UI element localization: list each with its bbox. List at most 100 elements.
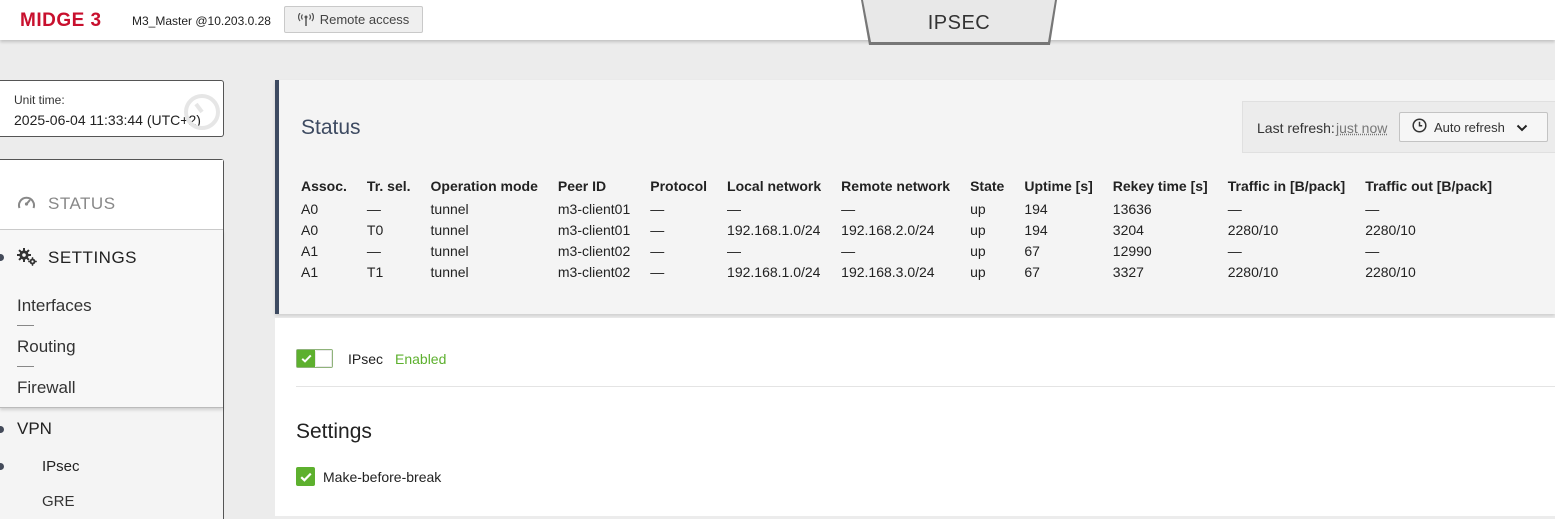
column-header: Remote network: [841, 176, 970, 198]
table-cell: 192.168.1.0/24: [727, 261, 841, 282]
table-cell: 3327: [1113, 261, 1228, 282]
table-cell: tunnel: [431, 198, 558, 219]
sidebar-item-firewall[interactable]: Firewall: [17, 378, 76, 398]
auto-refresh-button[interactable]: Auto refresh: [1399, 112, 1548, 142]
table-cell: —: [841, 198, 970, 219]
column-header: Rekey time [s]: [1113, 176, 1228, 198]
column-header: Protocol: [650, 176, 727, 198]
column-header: Peer ID: [558, 176, 650, 198]
ipsec-status-table: Assoc. Tr. sel. Operation mode Peer ID Proto…: [301, 176, 1512, 282]
table-cell: tunnel: [431, 219, 558, 240]
table-cell: 194: [1024, 219, 1112, 240]
sidebar-settings-group: SETTINGS Interfaces Routing Firewall: [0, 230, 223, 408]
column-header: Operation mode: [431, 176, 558, 198]
ipsec-enabled-status: Enabled: [395, 351, 446, 367]
active-dot: [0, 463, 4, 470]
divider: [17, 366, 34, 367]
remote-access-button[interactable]: Remote access: [284, 6, 423, 33]
table-cell: 192.168.2.0/24: [841, 219, 970, 240]
table-cell: —: [650, 240, 727, 261]
table-cell: tunnel: [431, 240, 558, 261]
table-cell: m3-client01: [558, 219, 650, 240]
sidebar-item-ipsec[interactable]: IPsec: [42, 458, 80, 475]
table-cell: 3204: [1113, 219, 1228, 240]
page-title-tab: IPSEC: [858, 0, 1060, 48]
table-cell: —: [727, 240, 841, 261]
table-cell: up: [970, 198, 1024, 219]
column-header: Traffic out [B/pack]: [1365, 176, 1512, 198]
divider: [17, 325, 34, 326]
table-cell: 2280/10: [1228, 219, 1365, 240]
table-cell: —: [367, 240, 431, 261]
active-dot: [0, 426, 4, 433]
remote-access-label: Remote access: [320, 12, 410, 27]
table-cell: —: [650, 261, 727, 282]
divider: [296, 386, 1555, 387]
column-header: Assoc.: [301, 176, 367, 198]
toggle-knob: [316, 351, 331, 366]
table-cell: A1: [301, 261, 367, 282]
gauge-icon: [17, 194, 36, 216]
table-cell: up: [970, 240, 1024, 261]
status-panel: Status Last refresh: just now Auto refre…: [275, 80, 1555, 314]
table-row: A1 T1 tunnel m3-client02 — 192.168.1.0/24 192.…: [301, 261, 1512, 282]
sidebar-item-status-label: STATUS: [48, 194, 116, 214]
table-cell: 67: [1024, 240, 1112, 261]
check-icon: [301, 354, 312, 363]
table-cell: 192.168.1.0/24: [727, 219, 841, 240]
sidebar-item-interfaces[interactable]: Interfaces: [17, 296, 92, 316]
table-cell: A0: [301, 219, 367, 240]
table-cell: up: [970, 219, 1024, 240]
column-header: Uptime [s]: [1024, 176, 1112, 198]
top-bar: MIDGE 3 M3_Master @10.203.0.28 Remote ac…: [0, 0, 1555, 40]
unit-time-value: 2025-06-04 11:33:44 (UTC+2): [14, 112, 201, 128]
clock-icon: [182, 92, 222, 132]
table-cell: 194: [1024, 198, 1112, 219]
table-cell: —: [841, 240, 970, 261]
toggle-on-indicator: [297, 350, 315, 367]
table-cell: m3-client02: [558, 240, 650, 261]
table-cell: —: [1228, 198, 1365, 219]
table-cell: tunnel: [431, 261, 558, 282]
make-before-break-checkbox[interactable]: [296, 467, 315, 486]
settings-title: Settings: [296, 420, 372, 444]
refresh-controls: Last refresh: just now Auto refresh: [1242, 101, 1555, 153]
table-cell: —: [1228, 240, 1365, 261]
sidebar-nav: STATUS SETTINGS Interfaces Routing Firew…: [0, 159, 224, 519]
ipsec-toggle[interactable]: [296, 349, 333, 368]
midge3-logo[interactable]: MIDGE 3: [20, 10, 102, 32]
last-refresh-link[interactable]: just now: [1336, 120, 1387, 136]
table-cell: —: [1365, 240, 1512, 261]
clock-icon: [1412, 118, 1427, 136]
device-name: M3_Master @10.203.0.28: [132, 14, 271, 28]
table-cell: 192.168.3.0/24: [841, 261, 970, 282]
sidebar-item-vpn[interactable]: VPN: [17, 419, 52, 439]
column-header: State: [970, 176, 1024, 198]
table-cell: up: [970, 261, 1024, 282]
table-cell: T0: [367, 219, 431, 240]
column-header: Tr. sel.: [367, 176, 431, 198]
table-cell: m3-client02: [558, 261, 650, 282]
table-cell: 2280/10: [1365, 261, 1512, 282]
last-refresh-label: Last refresh:: [1257, 120, 1335, 136]
sidebar-item-gre[interactable]: GRE: [42, 493, 75, 510]
table-cell: A0: [301, 198, 367, 219]
sidebar-item-status[interactable]: STATUS: [0, 160, 223, 230]
sidebar-item-routing[interactable]: Routing: [17, 337, 76, 357]
main-content: IPsec Enabled Settings Make-before-break: [275, 318, 1555, 516]
table-header-row: Assoc. Tr. sel. Operation mode Peer ID Proto…: [301, 176, 1512, 198]
column-header: Local network: [727, 176, 841, 198]
unit-time-label: Unit time:: [14, 93, 65, 107]
auto-refresh-label: Auto refresh: [1434, 120, 1505, 135]
table-cell: A1: [301, 240, 367, 261]
sidebar-item-settings[interactable]: SETTINGS: [48, 248, 137, 268]
table-row: A1 — tunnel m3-client02 — — — up 67 12990 — —: [301, 240, 1512, 261]
gears-icon[interactable]: [16, 247, 38, 272]
table-cell: —: [650, 219, 727, 240]
table-cell: 12990: [1113, 240, 1228, 261]
table-row: A0 T0 tunnel m3-client01 — 192.168.1.0/24 192.…: [301, 219, 1512, 240]
table-cell: 2280/10: [1228, 261, 1365, 282]
table-cell: 67: [1024, 261, 1112, 282]
active-dot: [0, 254, 4, 261]
make-before-break-label[interactable]: Make-before-break: [323, 469, 441, 485]
